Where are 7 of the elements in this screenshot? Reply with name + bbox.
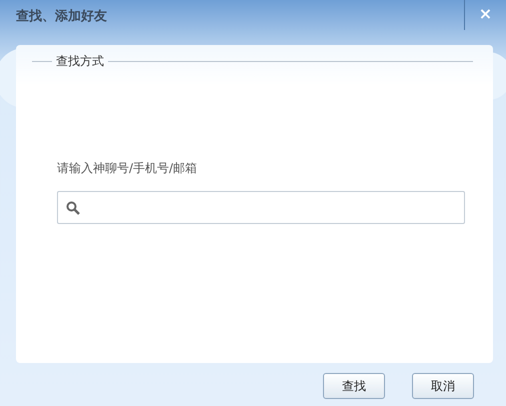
dialog-button[interactable]: 取消 — [412, 373, 474, 399]
dialog-button[interactable]: 查找 — [323, 373, 385, 399]
window-title: 查找、添加好友 — [16, 8, 107, 25]
search-icon — [66, 200, 80, 214]
group-title: 查找方式 — [56, 53, 104, 70]
search-label: 请输入神聊号/手机号/邮箱 — [57, 160, 198, 177]
search-field[interactable] — [57, 191, 465, 224]
